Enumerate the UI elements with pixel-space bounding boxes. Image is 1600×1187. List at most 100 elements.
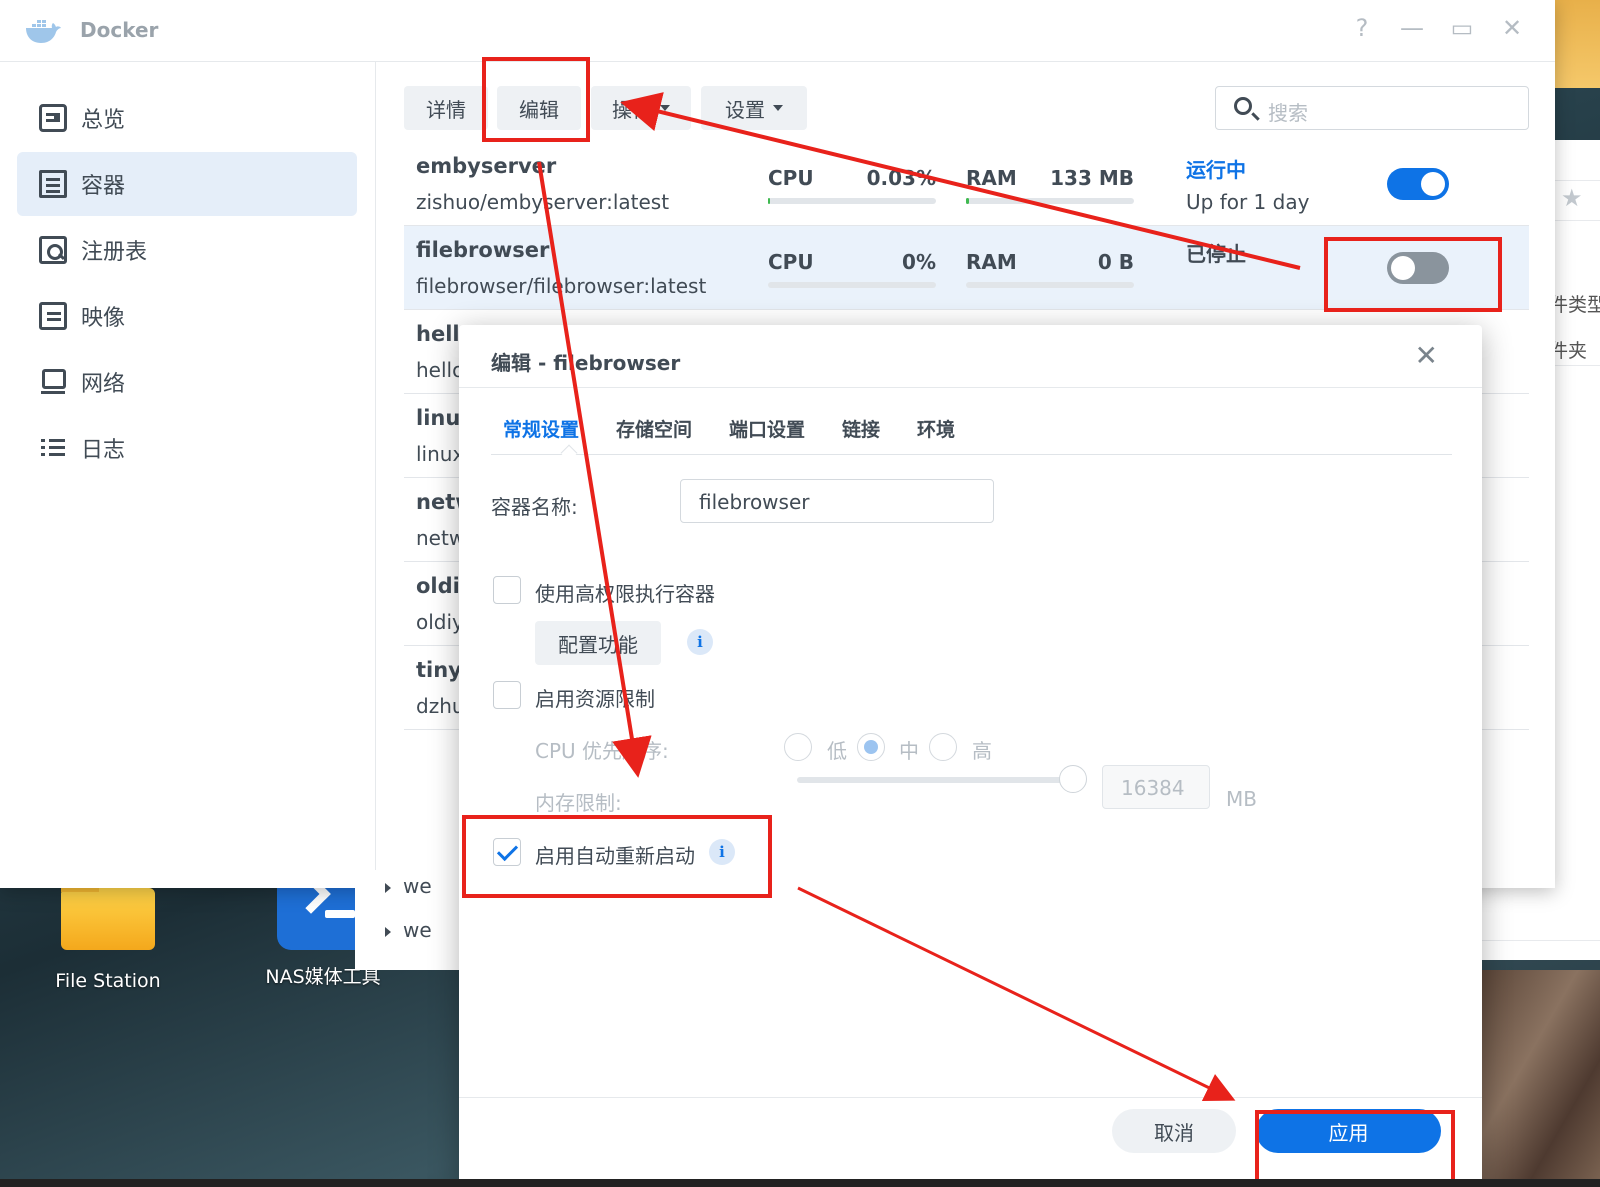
memory-limit-label: 内存限制:	[535, 791, 622, 815]
desktop-wallpaper-top	[1555, 0, 1600, 88]
close-icon[interactable]: ✕	[1415, 339, 1438, 372]
memory-slider-track[interactable]	[797, 777, 1081, 783]
search-placeholder: 搜索	[1268, 101, 1308, 125]
resource-limit-checkbox[interactable]	[493, 681, 521, 709]
container-name: linu	[416, 406, 461, 430]
dialog-tabs: 常规设置 存储空间 端口设置 链接 环境	[491, 409, 1452, 462]
overview-icon	[39, 104, 67, 132]
cpu-value: 0%	[902, 250, 936, 274]
cpu-label: CPU	[768, 166, 814, 190]
maximize-icon[interactable]: ▭	[1447, 14, 1477, 42]
container-image: linux	[416, 442, 465, 466]
sidebar-item-label: 容器	[81, 174, 126, 199]
search-icon	[1234, 97, 1252, 115]
container-name: embyserver	[416, 154, 557, 178]
container-image: netw	[416, 526, 466, 550]
container-image: dzhu	[416, 694, 465, 718]
title-bar: Docker ? — ▭ ✕	[0, 0, 1555, 62]
image-icon	[39, 302, 67, 330]
sidebar-item-label: 网络	[81, 372, 126, 397]
memory-slider-handle[interactable]	[1059, 765, 1087, 793]
cpu-priority-low-radio[interactable]	[784, 733, 812, 761]
annotation-box-apply	[1255, 1110, 1455, 1185]
config-capabilities-button[interactable]: 配置功能	[535, 621, 661, 665]
cpu-value: 0.03%	[866, 166, 936, 190]
ram-value: 133 MB	[1050, 166, 1134, 190]
cpu-priority-medium-radio[interactable]	[857, 733, 885, 761]
taskbar	[0, 1179, 1600, 1187]
network-icon	[39, 368, 67, 396]
app-title: Docker	[80, 18, 159, 42]
details-button[interactable]: 详情	[404, 86, 488, 130]
container-icon	[39, 170, 67, 198]
info-icon[interactable]: i	[687, 629, 713, 655]
container-name-field[interactable]: filebrowser	[680, 479, 994, 523]
chevron-right-icon	[385, 927, 391, 937]
star-icon[interactable]: ★	[1561, 184, 1583, 212]
search-input[interactable]: 搜索	[1215, 86, 1529, 130]
sidebar-item-log[interactable]: 日志	[17, 416, 357, 480]
chevron-down-icon	[660, 105, 670, 111]
memory-unit: MB	[1226, 787, 1257, 811]
bg-column-label: 件类型	[1549, 294, 1600, 316]
cancel-button[interactable]: 取消	[1112, 1109, 1236, 1153]
ram-bar	[966, 198, 1134, 204]
tab-general[interactable]: 常规设置	[503, 415, 579, 442]
container-image: oldiy	[416, 610, 464, 634]
container-name: oldi	[416, 574, 460, 598]
desktop-icon-file-station[interactable]: File Station	[48, 880, 168, 992]
action-label: 操作	[612, 97, 652, 122]
registry-icon	[39, 236, 67, 264]
sidebar-item-overview[interactable]: 总览	[17, 86, 357, 150]
log-icon	[39, 434, 67, 462]
privileged-checkbox[interactable]	[493, 576, 521, 604]
container-name: tiny	[416, 658, 462, 682]
annotation-box-toggle	[1324, 237, 1502, 312]
container-image: filebrowser/filebrowser:latest	[416, 274, 707, 298]
tree-panel: we we	[355, 870, 465, 970]
tree-item[interactable]: we	[385, 918, 432, 942]
ram-bar	[966, 282, 1134, 288]
edit-dialog: 编辑 - filebrowser ✕ 常规设置 存储空间 端口设置 链接 环境 …	[459, 325, 1482, 1187]
settings-dropdown[interactable]: 设置	[701, 86, 807, 130]
container-name: filebrowser	[416, 238, 550, 262]
ram-value: 0 B	[1097, 250, 1134, 274]
privileged-label: 使用高权限执行容器	[535, 582, 715, 606]
sidebar-item-image[interactable]: 映像	[17, 284, 357, 348]
annotation-box-auto-restart	[462, 815, 772, 898]
help-icon[interactable]: ?	[1347, 14, 1377, 42]
resource-limit-label: 启用资源限制	[535, 687, 655, 711]
tab-links[interactable]: 链接	[842, 415, 880, 442]
tab-environment[interactable]: 环境	[917, 415, 955, 442]
memory-field[interactable]: 16384	[1102, 765, 1210, 809]
tree-item[interactable]: we	[385, 874, 432, 898]
container-image: zishuo/embyserver:latest	[416, 190, 670, 214]
sidebar-item-network[interactable]: 网络	[17, 350, 357, 414]
radio-label: 高	[972, 739, 992, 763]
sidebar: 总览 容器 注册表 映像 网络 日志	[0, 62, 376, 888]
docker-logo-icon	[26, 20, 61, 43]
radio-label: 中	[899, 739, 919, 763]
sidebar-item-label: 日志	[81, 438, 126, 463]
folder-icon	[61, 880, 155, 950]
dialog-title: 编辑 - filebrowser	[491, 351, 681, 375]
sidebar-item-container[interactable]: 容器	[17, 152, 357, 216]
sidebar-item-label: 注册表	[81, 240, 148, 265]
cpu-priority-label: CPU 优先顺序:	[535, 739, 669, 763]
sidebar-item-registry[interactable]: 注册表	[17, 218, 357, 282]
uptime: Up for 1 day	[1186, 190, 1310, 214]
cpu-label: CPU	[768, 250, 814, 274]
tab-storage[interactable]: 存储空间	[616, 415, 692, 442]
minimize-icon[interactable]: —	[1397, 14, 1427, 42]
cpu-bar	[768, 282, 936, 288]
container-toggle[interactable]	[1387, 168, 1449, 200]
tab-ports[interactable]: 端口设置	[729, 415, 805, 442]
close-icon[interactable]: ✕	[1497, 14, 1527, 42]
action-dropdown[interactable]: 操作	[591, 86, 691, 130]
table-row[interactable]: embyserver zishuo/embyserver:latest CPU …	[404, 142, 1529, 226]
ram-label: RAM	[966, 166, 1017, 190]
container-image: hello	[416, 358, 465, 382]
chevron-right-icon	[385, 883, 391, 893]
annotation-box-edit	[482, 57, 590, 142]
cpu-priority-high-radio[interactable]	[929, 733, 957, 761]
